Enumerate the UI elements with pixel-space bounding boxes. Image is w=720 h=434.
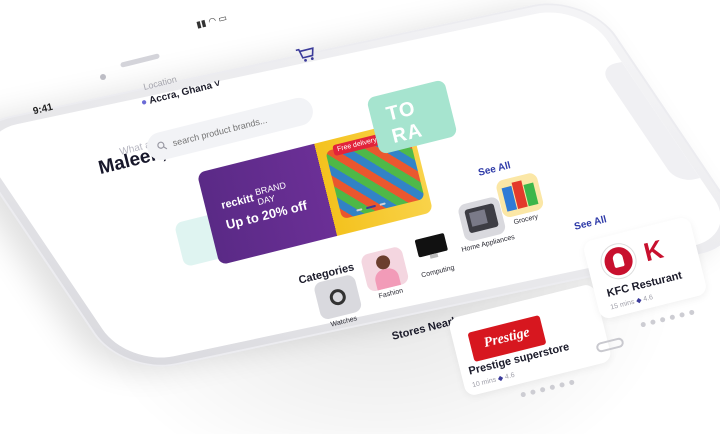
banner-brand: reckitt	[220, 192, 255, 212]
pin-icon: ●	[139, 96, 149, 109]
star-icon: ◆	[497, 374, 505, 383]
star-icon: ◆	[635, 296, 643, 305]
store-distance: 10 mins	[471, 376, 498, 390]
search-icon	[157, 141, 168, 150]
front-camera	[100, 74, 106, 80]
store-distance: 15 mins	[609, 298, 636, 312]
store-rating: 4.6	[504, 371, 516, 382]
kfc-logo-text: K	[640, 233, 667, 268]
store-rating: 4.6	[642, 294, 654, 304]
kfc-logo	[597, 240, 640, 282]
